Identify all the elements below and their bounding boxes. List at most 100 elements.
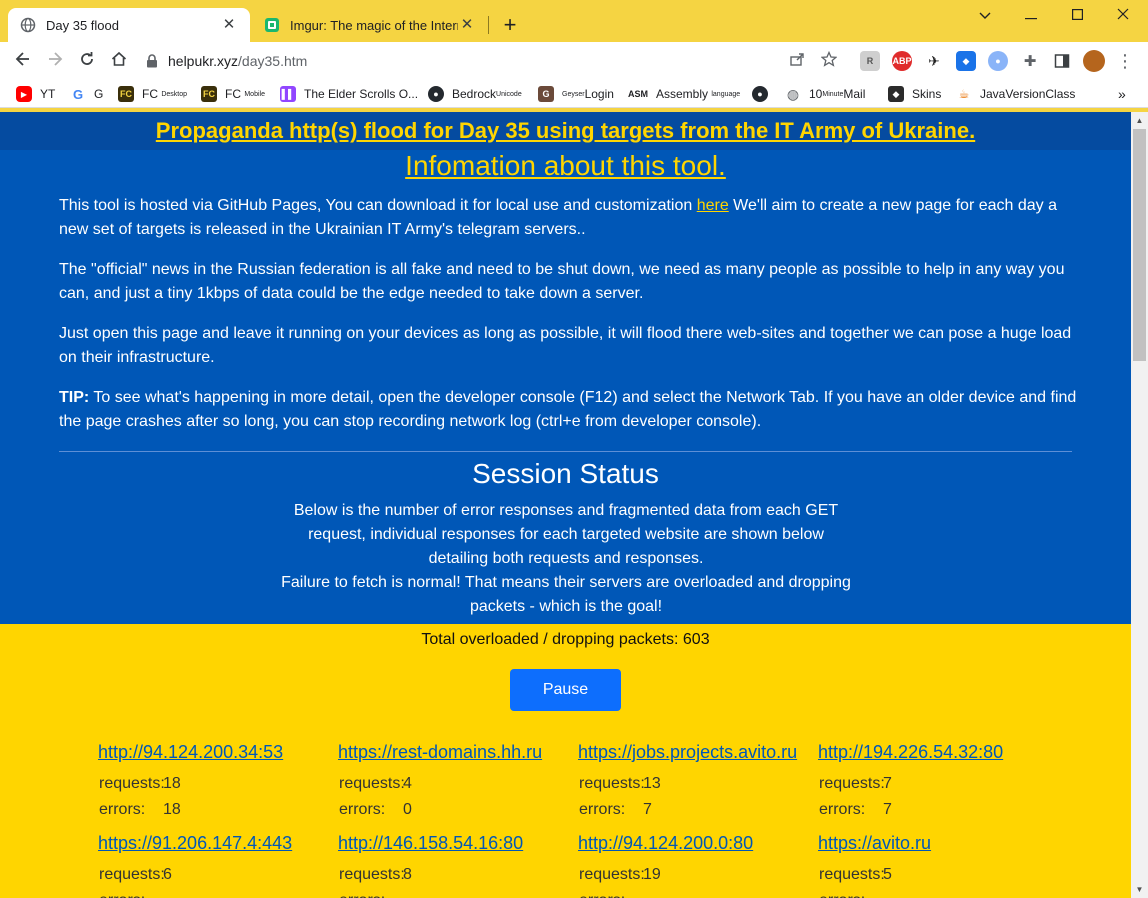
imgur-icon — [264, 17, 280, 33]
page-scrollbar[interactable]: ▲ ▼ — [1131, 112, 1148, 898]
tab-search-chevron-icon[interactable] — [962, 4, 1008, 28]
target-card: https://rest-domains.hh.ru requests: 4 er… — [338, 742, 568, 823]
target-link[interactable]: http://94.124.200.0:80 — [578, 833, 808, 854]
close-window-button[interactable] — [1100, 4, 1146, 28]
extension-search-icon[interactable]: ● — [988, 51, 1008, 71]
globe-icon — [20, 17, 36, 33]
requests-stat: requests: 6 — [99, 862, 328, 888]
target-link[interactable]: https://rest-domains.hh.ru — [338, 742, 568, 763]
bookmark-g[interactable]: G G — [70, 85, 103, 103]
stat-label: requests: — [579, 775, 645, 792]
close-tab-icon[interactable]: ✕ — [458, 16, 476, 34]
scroll-down-arrow-icon[interactable]: ▼ — [1131, 881, 1148, 898]
cube-icon: ◆ — [888, 86, 904, 102]
bookmark-skins[interactable]: ◆ Skins — [888, 85, 941, 103]
bookmarks-bar: ▶ YT G G FC FC Desktop FC FC Mobile ▌▌ T… — [0, 80, 1148, 108]
bookmark-sup: Minute — [822, 90, 844, 98]
target-link[interactable]: https://jobs.projects.avito.ru — [578, 742, 808, 763]
stat-label: requests: — [579, 866, 645, 883]
target-link[interactable]: https://avito.ru — [818, 833, 1048, 854]
bookmark-fc-mobile[interactable]: FC FC Mobile — [201, 85, 265, 103]
bookmark-10minute-mail[interactable]: ◍ 10 Minute Mail — [785, 85, 866, 103]
download-here-link[interactable]: here — [697, 197, 729, 214]
home-button[interactable] — [106, 48, 132, 74]
target-link[interactable]: http://94.124.200.34:53 — [98, 742, 328, 763]
target-card: https://91.206.147.4:443 requests:6 erro… — [98, 833, 328, 898]
stat-label: errors: — [819, 888, 883, 898]
session-text-line: Below is the number of error responses a… — [293, 502, 839, 567]
bookmark-label: 10 — [809, 87, 823, 101]
bookmark-github[interactable]: ● — [752, 85, 776, 103]
extension-bird-icon[interactable]: ✈ — [924, 51, 944, 71]
scrollbar-thumb[interactable] — [1133, 129, 1146, 361]
bookmark-bedrock[interactable]: ● Bedrock Unicode — [428, 85, 522, 103]
lock-icon[interactable] — [146, 54, 158, 68]
stat-value: 8 — [403, 866, 412, 883]
side-panel-icon[interactable] — [1052, 51, 1072, 71]
address-bar[interactable]: helpukr.xyz/day35.htm — [140, 46, 860, 76]
bookmark-geyser-login[interactable]: G Geyser Login — [538, 85, 614, 103]
requests-stat: requests: 5 — [819, 862, 1048, 888]
stat-label: errors: — [339, 888, 403, 898]
stat-value: 5 — [883, 866, 892, 883]
more-bookmarks-chevron-icon[interactable]: » — [1118, 85, 1126, 103]
requests-stat: requests: 18 — [99, 771, 328, 797]
forward-button[interactable] — [42, 48, 68, 74]
pause-button[interactable]: Pause — [510, 669, 621, 711]
minimize-button[interactable] — [1008, 4, 1054, 28]
requests-stat: requests: 19 — [579, 862, 808, 888]
reload-button[interactable] — [74, 48, 100, 74]
bookmark-javaversionclass[interactable]: ☕ JavaVersionClass — [956, 85, 1076, 103]
stat-label: requests: — [99, 866, 165, 883]
bookmark-fc-desktop[interactable]: FC FC Desktop — [118, 85, 187, 103]
bookmark-sup: Unicode — [496, 90, 522, 98]
bookmark-star-icon[interactable] — [816, 48, 842, 74]
share-icon[interactable] — [784, 48, 810, 74]
extensions-puzzle-icon[interactable]: ✚ — [1020, 51, 1040, 71]
divider — [59, 451, 1072, 452]
bookmark-yt[interactable]: ▶ YT — [16, 85, 55, 103]
tab-imgur[interactable]: Imgur: The magic of the Internet ✕ — [252, 8, 488, 42]
bookmark-label: Assembly — [656, 87, 709, 101]
new-tab-button[interactable]: + — [498, 14, 522, 38]
tab-day35[interactable]: Day 35 flood ✕ — [8, 8, 250, 42]
asm-icon: ASM — [628, 89, 648, 99]
adblock-icon[interactable]: ABP — [892, 51, 912, 71]
info-title[interactable]: Infomation about this tool. — [0, 150, 1131, 182]
banner-link[interactable]: Propaganda http(s) flood for Day 35 usin… — [156, 118, 975, 144]
stat-label: requests: — [99, 775, 165, 792]
extension-r-icon[interactable]: R — [860, 51, 880, 71]
info-section: Propaganda http(s) flood for Day 35 usin… — [0, 112, 1131, 624]
bookmark-label: FC — [142, 87, 158, 101]
bookmark-label: The Elder Scrolls O... — [304, 87, 419, 101]
paragraph-hosting: This tool is hosted via GitHub Pages, Yo… — [59, 194, 1079, 242]
bookmark-assembly[interactable]: ASM Assembly language — [628, 85, 740, 103]
stat-value: 13 — [643, 775, 661, 792]
target-card: http://194.226.54.32:80 requests: 7 error… — [818, 742, 1048, 823]
url-path: /day35.htm — [238, 53, 308, 69]
profile-avatar[interactable] — [1083, 50, 1105, 72]
bookmark-label: JavaVersionClass — [980, 87, 1076, 101]
target-link[interactable]: https://91.206.147.4:443 — [98, 833, 328, 854]
target-link[interactable]: http://146.158.54.16:80 — [338, 833, 568, 854]
target-link[interactable]: http://194.226.54.32:80 — [818, 742, 1048, 763]
session-status-text: Below is the number of error responses a… — [280, 499, 852, 619]
tab-title: Imgur: The magic of the Internet — [290, 17, 458, 33]
menu-kebab-icon[interactable]: ⋮ — [1112, 48, 1138, 74]
bookmark-elder-scrolls[interactable]: ▌▌ The Elder Scrolls O... — [280, 85, 418, 103]
stat-value: 7 — [883, 801, 892, 818]
stat-value: 19 — [643, 866, 661, 883]
extension-blue-icon[interactable]: ◆ — [956, 51, 976, 71]
page-banner: Propaganda http(s) flood for Day 35 usin… — [0, 112, 1131, 150]
requests-stat: requests: 7 — [819, 771, 1048, 797]
maximize-button[interactable] — [1054, 4, 1100, 28]
url-host: helpukr.xyz — [168, 53, 239, 69]
stat-label: errors: — [579, 888, 643, 898]
scroll-up-arrow-icon[interactable]: ▲ — [1131, 112, 1148, 129]
stat-label: errors: — [99, 888, 163, 898]
target-card: http://94.124.200.0:80 requests:19 error… — [578, 833, 808, 898]
bookmark-label: FC — [225, 87, 241, 101]
close-tab-icon[interactable]: ✕ — [220, 16, 238, 34]
bookmark-label: YT — [40, 87, 56, 101]
back-button[interactable] — [10, 48, 36, 74]
